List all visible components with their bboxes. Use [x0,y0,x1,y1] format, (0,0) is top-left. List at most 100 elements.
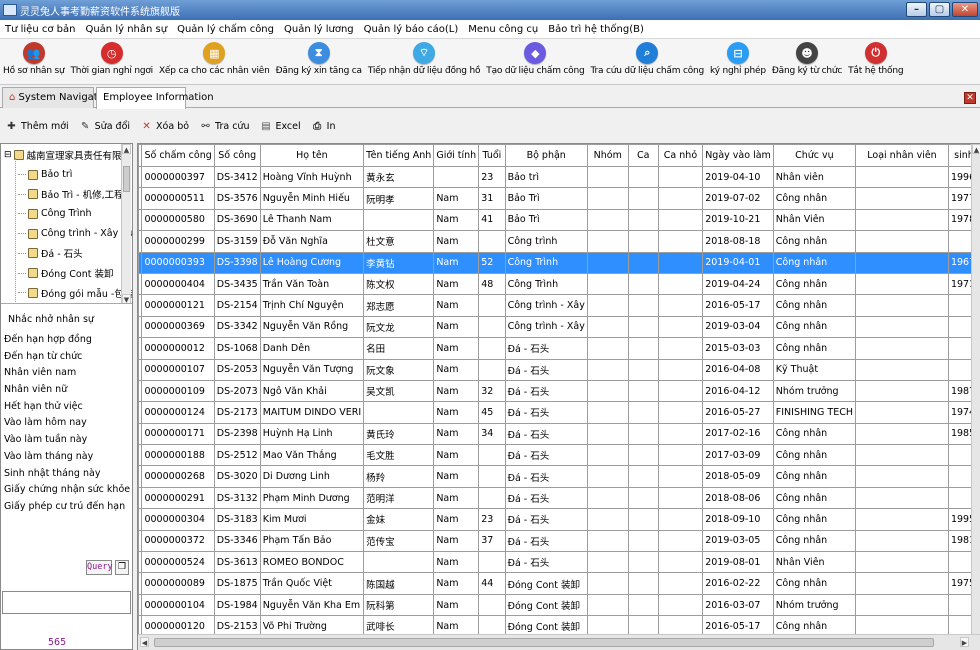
table-cell[interactable]: Công nhân [772,251,857,274]
table-cell[interactable]: 金妹 [363,508,435,531]
table-cell[interactable] [586,465,629,488]
table-row[interactable]: 0000000369 DS-3342 Nguyễn Văn Rồng 阮文龙 Nam Cô… [138,315,980,339]
toolbar-button-1[interactable]: 👥 Hồ sơ nhân sự [0,39,67,76]
table-cell[interactable]: 0000000171 [141,422,215,446]
table-cell[interactable]: 杜文意 [363,230,435,253]
table-cell[interactable] [657,358,704,381]
tree-item[interactable]: Bảo Trì - 机修,工程 [18,186,124,203]
table-cell[interactable] [855,529,949,553]
table-cell[interactable] [627,401,659,424]
table-cell[interactable]: 0000000404 [141,272,215,296]
table-cell[interactable] [363,551,435,574]
table-row[interactable]: 0000000524 DS-3613 ROMEO BONDOC Nam Đá - 石头 2… [138,551,980,574]
table-cell[interactable]: 34 [478,422,506,446]
table-cell[interactable]: DS-3690 [213,208,261,232]
table-cell[interactable]: 2018-09-10 [702,508,774,531]
table-cell[interactable]: Công nhân [772,486,857,510]
table-cell[interactable] [478,465,506,488]
table-cell[interactable]: Mao Văn Thắng [259,444,365,467]
table-cell[interactable]: Đá - 石头 [504,422,588,446]
table-cell[interactable] [586,508,629,531]
table-cell[interactable] [855,272,949,296]
scroll-up-arrow[interactable]: ▲ [122,144,131,154]
table-cell[interactable]: DS-1068 [213,337,261,360]
table-row[interactable]: 0000000393 DS-3398 Lê Hoàng Cương 李黄钻 Nam 52 C… [138,251,980,274]
table-cell[interactable]: Công nhân [772,529,857,553]
toolbar-button-8[interactable]: ⊟ ký nghỉ phép [707,39,769,76]
table-cell[interactable]: 阮文龙 [363,315,435,339]
tree-item[interactable]: Công trình - Xây dựng [18,225,132,242]
table-cell[interactable] [627,551,659,574]
table-cell[interactable]: 2018-05-09 [702,465,774,488]
table-cell[interactable]: Nhân viên [772,165,857,189]
scroll-up-arrow[interactable]: ▲ [972,144,980,154]
column-header[interactable]: Chức vụ [772,144,857,167]
table-row[interactable]: 0000000104 DS-1984 Nguyễn Văn Kha Em 阮科第 Nam… [138,593,980,617]
toolbar-button-5[interactable]: ⌔ Tiếp nhận dữ liệu đồng hồ [365,39,483,76]
table-cell[interactable]: Nam [433,486,480,510]
toolbar-button-9[interactable]: ☻ Đăng ký từ chức [769,39,845,76]
toolbar-button-6[interactable]: ◆ Tạo dữ liệu chấm công [483,39,587,76]
table-cell[interactable]: 黄永玄 [363,165,435,189]
table-cell[interactable]: Bảo Trì [504,208,588,232]
table-cell[interactable] [657,272,704,296]
table-cell[interactable] [478,315,506,339]
table-row[interactable]: 0000000121 DS-2154 Trịnh Chí Nguyện 郑志愿 Nam C… [138,294,980,317]
table-cell[interactable] [657,486,704,510]
close-tab-button[interactable]: ✕ [964,92,976,104]
table-cell[interactable] [586,379,629,403]
table-cell[interactable] [627,593,659,617]
table-cell[interactable]: 2016-04-12 [702,379,774,403]
reminder-item[interactable]: Nhân viên nữ [1,382,132,399]
table-cell[interactable]: 0000000299 [141,230,215,253]
reminder-item[interactable]: Hết hạn thử việc [1,399,132,416]
table-row[interactable]: 0000000304 DS-3183 Kim Mươi 金妹 Nam 23 Đá - 石头 2… [138,508,980,531]
table-cell[interactable] [627,444,659,467]
table-row[interactable]: 0000000511 DS-3576 Nguyễn Minh Hiếu 阮明孝 Nam 3… [138,187,980,210]
tree-scrollbar[interactable]: ▲ ▼ [121,144,131,303]
table-row[interactable]: 0000000397 DS-3412 Hoàng Vĩnh Huỳnh 黄永玄 23 Bả… [138,165,980,189]
table-cell[interactable] [855,551,949,574]
table-cell[interactable] [586,230,629,253]
table-cell[interactable]: Hoàng Vĩnh Huỳnh [259,165,365,189]
table-cell[interactable]: 2017-02-16 [702,422,774,446]
table-cell[interactable]: 2018-08-18 [702,230,774,253]
column-header[interactable]: Tên tiếng Anh [363,144,435,167]
table-cell[interactable]: 0000000304 [141,508,215,531]
table-cell[interactable]: Công trình - Xây [504,294,588,317]
table-cell[interactable] [586,358,629,381]
table-cell[interactable] [586,337,629,360]
table-cell[interactable]: 2019-04-01 [702,251,774,274]
tree-item[interactable]: Đá - 石头 [18,245,83,262]
table-cell[interactable]: 0000000107 [141,358,215,381]
table-cell[interactable]: 2019-07-02 [702,187,774,210]
table-cell[interactable] [478,486,506,510]
table-cell[interactable] [855,593,949,617]
table-cell[interactable] [586,165,629,189]
menu-item-7[interactable]: Bảo trì hệ thống(B) [543,24,649,35]
table-cell[interactable]: 23 [478,165,506,189]
table-cell[interactable]: Đóng Cont 装卸 [504,593,588,617]
table-cell[interactable]: 0000000089 [141,572,215,595]
table-cell[interactable]: Kim Mươi [259,508,365,531]
table-row[interactable]: 0000000171 DS-2398 Huỳnh Hạ Linh 黄氏玲 Nam 34 Đá… [138,422,980,446]
table-cell[interactable]: Nam [433,315,480,339]
table-row[interactable]: 0000000089 DS-1875 Trần Quốc Việt 陈国越 Nam 44 Đ… [138,572,980,595]
menu-item-5[interactable]: Quản lý báo cáo(L) [359,24,464,35]
tree-item[interactable]: Công Trình [18,205,92,222]
table-cell[interactable] [855,315,949,339]
action-button-2[interactable]: ✎ Sửa đổi [74,120,135,132]
table-cell[interactable] [363,208,435,232]
table-cell[interactable] [855,358,949,381]
table-cell[interactable]: 吴文凯 [363,379,435,403]
table-cell[interactable] [657,315,704,339]
table-cell[interactable] [627,508,659,531]
table-cell[interactable] [627,272,659,296]
column-header[interactable]: Ca nhỏ [657,144,704,167]
column-header[interactable]: Tuổi [478,144,506,167]
table-cell[interactable]: Nam [433,551,480,574]
scroll-right-arrow[interactable]: ▶ [960,637,969,647]
table-cell[interactable]: Công Trình [504,272,588,296]
table-cell[interactable]: Nguyễn Văn Rồng [259,315,365,339]
table-cell[interactable]: Trần Văn Toàn [259,272,365,296]
